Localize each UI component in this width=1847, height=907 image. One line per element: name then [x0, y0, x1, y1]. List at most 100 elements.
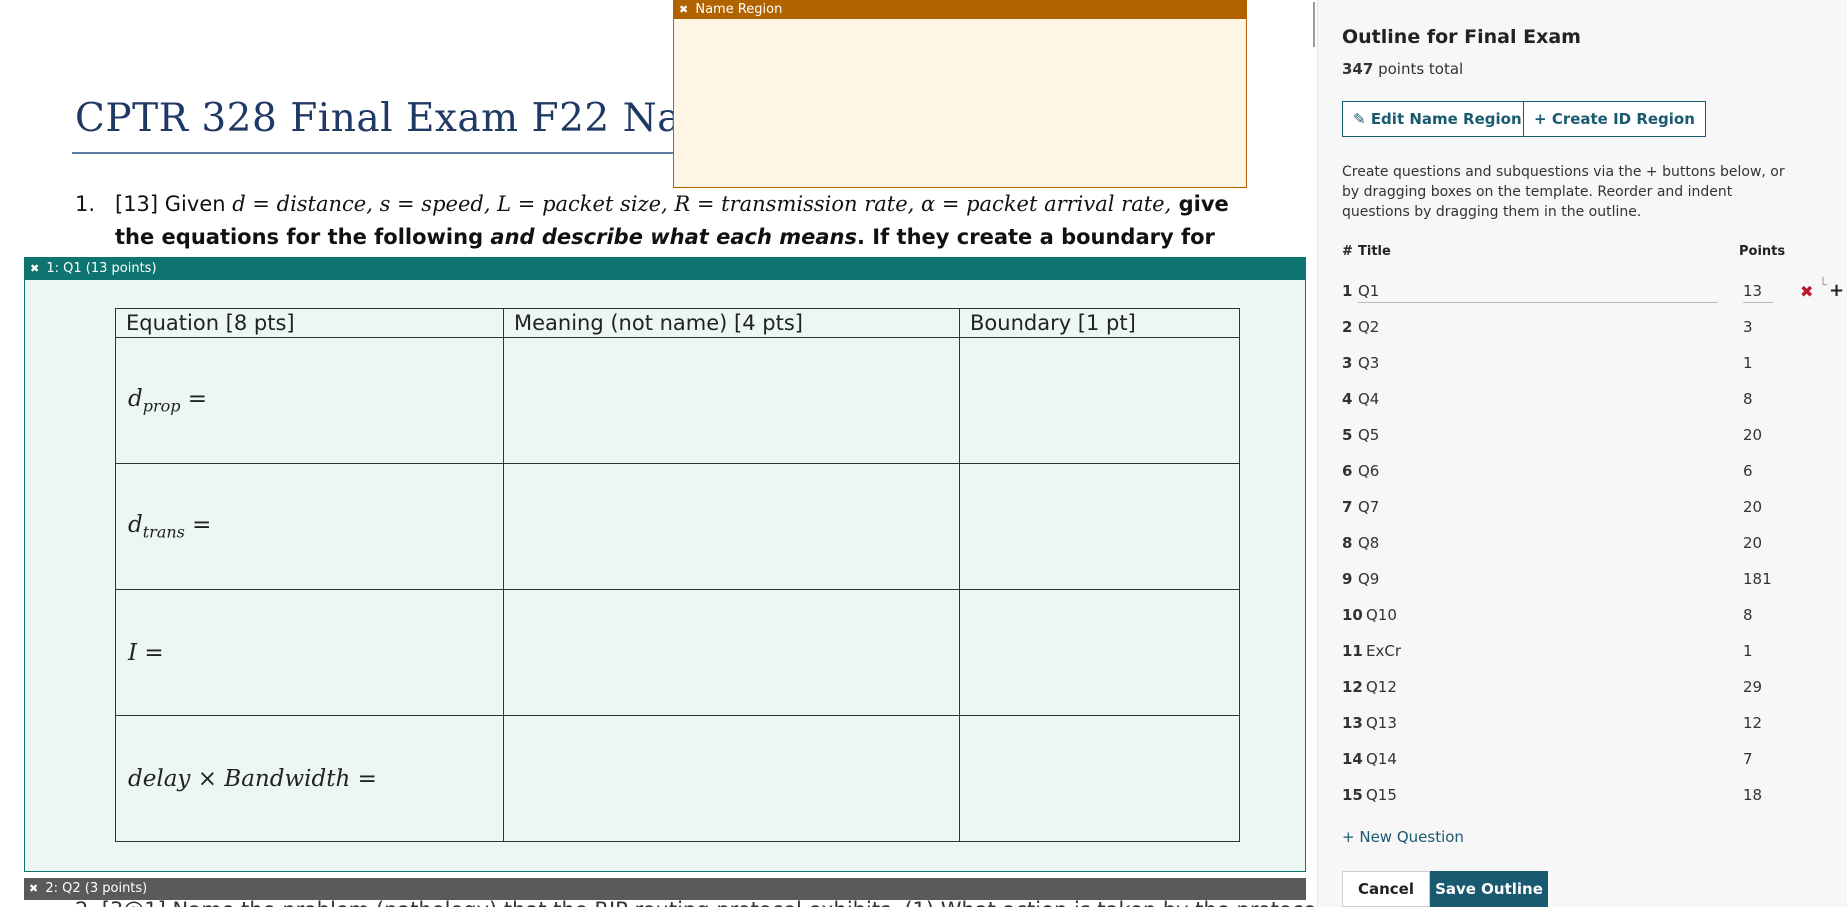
question-1-line2-italic: and describe what each means [490, 225, 857, 249]
pencil-icon: ✎ [1353, 110, 1366, 128]
outline-row[interactable]: 15 Q15 18 [1342, 786, 1832, 816]
q1-region-label: 1: Q1 (13 points) [46, 261, 157, 276]
row-number: 12 [1342, 678, 1363, 696]
meaning-cell [503, 715, 960, 842]
row-title[interactable]: Q2 [1358, 318, 1379, 336]
question-1-number: 1. [75, 192, 96, 216]
row-number: 4 [1342, 390, 1353, 408]
outline-help-text: Create questions and subquestions via th… [1342, 164, 1785, 220]
meaning-cell [503, 589, 960, 716]
row-number: 1 [1342, 282, 1353, 300]
name-region-header[interactable]: ✖ Name Region [674, 1, 1246, 19]
row-title[interactable]: Q14 [1366, 750, 1397, 768]
table-row: I = [115, 589, 1240, 716]
edit-name-region-button[interactable]: ✎ Edit Name Region [1342, 101, 1533, 137]
plus-icon: + [1342, 828, 1355, 846]
question-1-math: d = distance, s = speed, L = packet size… [232, 192, 1172, 216]
row-points[interactable]: 29 [1743, 678, 1762, 696]
row-points[interactable]: 6 [1743, 462, 1753, 480]
row-title[interactable]: Q7 [1358, 498, 1379, 516]
outline-row[interactable]: 9 Q9 181 [1342, 570, 1832, 600]
outline-row[interactable]: 13 Q13 12 [1342, 714, 1832, 744]
outline-row[interactable]: 6 Q6 6 [1342, 462, 1832, 492]
close-icon[interactable]: ✖ [30, 262, 39, 275]
row-title[interactable]: Q10 [1366, 606, 1397, 624]
table-row: delay × Bandwidth = [115, 715, 1240, 842]
row-points[interactable]: 8 [1743, 390, 1753, 408]
row-title[interactable]: Q6 [1358, 462, 1379, 480]
equation-table: Equation [8 pts] Meaning (not name) [4 p… [115, 308, 1240, 842]
row-points[interactable]: 18 [1743, 786, 1762, 804]
resize-handle[interactable] [1313, 2, 1315, 47]
row-number: 11 [1342, 642, 1363, 660]
add-subquestion-icon[interactable]: + [1829, 280, 1844, 301]
delete-icon[interactable]: ✖ [1800, 282, 1813, 301]
row-points[interactable]: 1 [1743, 642, 1753, 660]
equation-cell: delay × Bandwidth = [115, 715, 504, 842]
question-1-line2-bold: the equations for the following [115, 225, 491, 249]
indent-icon: └ [1819, 278, 1827, 293]
outline-row[interactable]: 11 ExCr 1 [1342, 642, 1832, 672]
row-title[interactable]: Q4 [1358, 390, 1379, 408]
exam-template-canvas[interactable]: CPTR 328 Final Exam F22 Name: 1. [13] Gi… [0, 0, 1317, 907]
outline-row[interactable]: 1 Q1 13 ✖ └ + [1342, 278, 1844, 312]
outline-row[interactable]: 3 Q3 1 [1342, 354, 1832, 384]
row-title[interactable]: Q15 [1366, 786, 1397, 804]
row-number: 2 [1342, 318, 1353, 336]
table-row: dprop = [115, 337, 1240, 464]
q1-region-box[interactable]: ✖ 1: Q1 (13 points) Equation [8 pts] Mea… [24, 257, 1306, 872]
row-number: 15 [1342, 786, 1363, 804]
row-points[interactable]: 13 [1743, 282, 1773, 303]
close-icon[interactable]: ✖ [29, 882, 38, 895]
outline-row[interactable]: 5 Q5 20 [1342, 426, 1832, 456]
outline-row[interactable]: 12 Q12 29 [1342, 678, 1832, 708]
row-points[interactable]: 20 [1743, 534, 1762, 552]
row-title[interactable]: ExCr [1366, 642, 1401, 660]
row-title[interactable]: Q1 [1358, 282, 1718, 303]
equation-cell: dtrans = [115, 463, 504, 590]
row-number: 14 [1342, 750, 1363, 768]
points-total: 347 points total [1342, 60, 1464, 78]
row-points[interactable]: 20 [1743, 426, 1762, 444]
outline-row[interactable]: 4 Q4 8 [1342, 390, 1832, 420]
row-title[interactable]: Q9 [1358, 570, 1379, 588]
outline-row[interactable]: 14 Q14 7 [1342, 750, 1832, 780]
q1-region-header[interactable]: ✖ 1: Q1 (13 points) [25, 258, 1305, 280]
cancel-button[interactable]: Cancel [1342, 871, 1430, 907]
row-points[interactable]: 1 [1743, 354, 1753, 372]
row-points[interactable]: 3 [1743, 318, 1753, 336]
row-title[interactable]: Q12 [1366, 678, 1397, 696]
row-number: 8 [1342, 534, 1353, 552]
row-title[interactable]: Q13 [1366, 714, 1397, 732]
table-header: Boundary [1 pt] [959, 308, 1240, 338]
column-title-header: Title [1358, 244, 1391, 259]
row-points[interactable]: 8 [1743, 606, 1753, 624]
name-region-box[interactable]: ✖ Name Region [673, 0, 1247, 188]
close-icon[interactable]: ✖ [679, 3, 688, 16]
outline-row[interactable]: 10 Q10 8 [1342, 606, 1832, 636]
meaning-cell [503, 337, 960, 464]
save-outline-button[interactable]: Save Outline [1430, 871, 1548, 907]
outline-row[interactable]: 8 Q8 20 [1342, 534, 1832, 564]
outline-sidebar: Outline for Final Exam 347 points total … [1317, 0, 1847, 907]
q2-region-header[interactable]: ✖ 2: Q2 (3 points) [24, 878, 1306, 900]
row-points[interactable]: 181 [1743, 570, 1772, 588]
meaning-cell [503, 463, 960, 590]
row-points[interactable]: 7 [1743, 750, 1753, 768]
row-points[interactable]: 20 [1743, 498, 1762, 516]
row-number: 13 [1342, 714, 1363, 732]
name-region-label: Name Region [695, 2, 783, 17]
equation-cell: dprop = [115, 337, 504, 464]
outline-row[interactable]: 7 Q7 20 [1342, 498, 1832, 528]
row-title[interactable]: Q3 [1358, 354, 1379, 372]
create-id-region-button[interactable]: + Create ID Region [1523, 101, 1706, 137]
row-points[interactable]: 12 [1743, 714, 1762, 732]
outline-row[interactable]: 2 Q2 3 [1342, 318, 1832, 348]
row-title[interactable]: Q8 [1358, 534, 1379, 552]
boundary-cell [959, 337, 1240, 464]
row-number: 5 [1342, 426, 1353, 444]
new-question-button[interactable]: + New Question [1342, 828, 1464, 846]
outline-title: Outline for Final Exam [1342, 26, 1581, 48]
row-title[interactable]: Q5 [1358, 426, 1379, 444]
table-header: Equation [8 pts] [115, 308, 504, 338]
